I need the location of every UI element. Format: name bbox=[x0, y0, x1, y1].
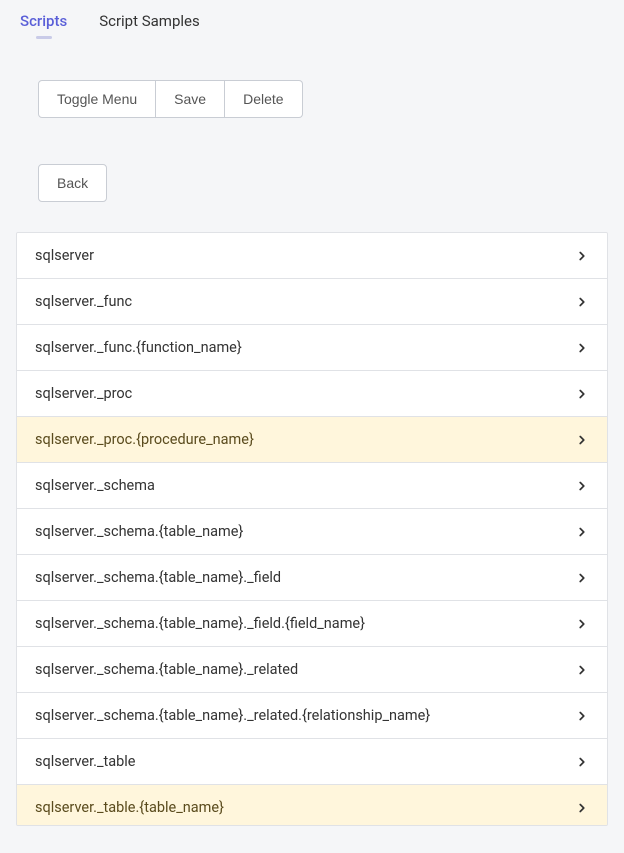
list-item[interactable]: sqlserver._schema.{table_name}._field bbox=[17, 555, 607, 601]
list-item[interactable]: sqlserver._table bbox=[17, 739, 607, 785]
list-item-label: sqlserver._schema.{table_name}._related bbox=[35, 661, 298, 678]
list-item-label: sqlserver._schema.{table_name}._field bbox=[35, 569, 281, 586]
tab-scripts[interactable]: Scripts bbox=[20, 12, 67, 38]
list-item-label: sqlserver._proc.{procedure_name} bbox=[35, 431, 254, 448]
script-list[interactable]: sqlserver sqlserver._func sqlserver._func.… bbox=[16, 232, 608, 826]
list-item[interactable]: sqlserver._func.{function_name} bbox=[17, 325, 607, 371]
delete-button[interactable]: Delete bbox=[225, 80, 302, 118]
list-item-label: sqlserver bbox=[35, 247, 94, 264]
back-button[interactable]: Back bbox=[38, 164, 107, 202]
list-item-label: sqlserver._func.{function_name} bbox=[35, 339, 242, 356]
chevron-right-icon bbox=[575, 571, 589, 585]
list-item-label: sqlserver._schema.{table_name}._related.… bbox=[35, 707, 430, 724]
list-item[interactable]: sqlserver._proc bbox=[17, 371, 607, 417]
tab-script-samples[interactable]: Script Samples bbox=[99, 12, 200, 38]
list-item[interactable]: sqlserver bbox=[17, 233, 607, 279]
list-item[interactable]: sqlserver._table.{table_name} bbox=[17, 785, 607, 826]
list-item-label: sqlserver._table bbox=[35, 753, 135, 770]
toolbar-button-group: Toggle Menu Save Delete bbox=[38, 80, 303, 118]
tab-bar: Scripts Script Samples bbox=[0, 0, 624, 38]
list-item[interactable]: sqlserver._schema.{table_name}._field.{f… bbox=[17, 601, 607, 647]
list-item-label: sqlserver._schema.{table_name} bbox=[35, 523, 243, 540]
list-item[interactable]: sqlserver._proc.{procedure_name} bbox=[17, 417, 607, 463]
chevron-right-icon bbox=[575, 341, 589, 355]
list-wrap: sqlserver sqlserver._func sqlserver._func.… bbox=[16, 232, 608, 826]
chevron-right-icon bbox=[575, 295, 589, 309]
save-button[interactable]: Save bbox=[156, 80, 225, 118]
chevron-right-icon bbox=[575, 249, 589, 263]
list-item[interactable]: sqlserver._schema.{table_name}._related.… bbox=[17, 693, 607, 739]
chevron-right-icon bbox=[575, 801, 589, 815]
list-item[interactable]: sqlserver._schema.{table_name}._related bbox=[17, 647, 607, 693]
list-item-label: sqlserver._schema.{table_name}._field.{f… bbox=[35, 615, 365, 632]
list-item-label: sqlserver._schema bbox=[35, 477, 155, 494]
list-item[interactable]: sqlserver._func bbox=[17, 279, 607, 325]
chevron-right-icon bbox=[575, 525, 589, 539]
list-item-label: sqlserver._func bbox=[35, 293, 132, 310]
list-item[interactable]: sqlserver._schema bbox=[17, 463, 607, 509]
chevron-right-icon bbox=[575, 663, 589, 677]
chevron-right-icon bbox=[575, 433, 589, 447]
chevron-right-icon bbox=[575, 755, 589, 769]
list-item[interactable]: sqlserver._schema.{table_name} bbox=[17, 509, 607, 555]
list-item-label: sqlserver._table.{table_name} bbox=[35, 799, 224, 816]
toolbar: Toggle Menu Save Delete bbox=[0, 38, 624, 118]
back-row: Back bbox=[0, 118, 624, 202]
chevron-right-icon bbox=[575, 709, 589, 723]
chevron-right-icon bbox=[575, 387, 589, 401]
chevron-right-icon bbox=[575, 479, 589, 493]
list-item-label: sqlserver._proc bbox=[35, 385, 132, 402]
toggle-menu-button[interactable]: Toggle Menu bbox=[38, 80, 156, 118]
chevron-right-icon bbox=[575, 617, 589, 631]
